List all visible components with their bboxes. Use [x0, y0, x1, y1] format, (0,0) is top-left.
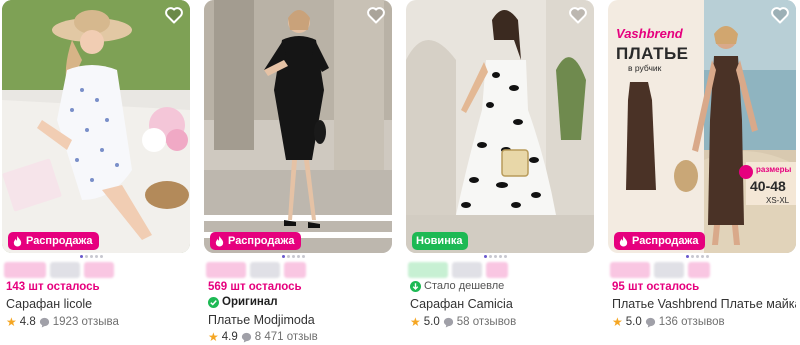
- image-carousel-dots[interactable]: [484, 253, 507, 259]
- product-rating: ★ 4.8 1923 отзыва: [6, 315, 119, 329]
- reviews-count[interactable]: 8 471 отзыв: [255, 331, 318, 343]
- arrow-down-circle-icon: [410, 280, 421, 292]
- speech-bubble-icon: [39, 317, 49, 328]
- image-carousel-dots[interactable]: [686, 253, 709, 259]
- stock-remaining: 95 шт осталось: [612, 281, 700, 293]
- product-image-print-dress-arch: [406, 0, 594, 253]
- product-name[interactable]: Платье Vashbrend Платье майка: [612, 297, 796, 311]
- product-name[interactable]: Сарафан licole: [6, 297, 190, 311]
- product-name[interactable]: Платье Modjimoda: [208, 313, 392, 327]
- speech-bubble-icon: [645, 317, 655, 328]
- ad-sizes-label: размеры: [756, 165, 792, 174]
- product-grid: Распродажа 143 шт осталось Сарафан licol…: [0, 0, 800, 345]
- rating-value: 4.9: [221, 331, 238, 343]
- product-photo[interactable]: Новинка: [406, 0, 594, 253]
- favorite-heart-icon[interactable]: [164, 5, 184, 25]
- star-icon: ★: [208, 330, 219, 344]
- price-blurred: [4, 262, 114, 278]
- stock-remaining: 569 шт осталось: [208, 281, 302, 293]
- speech-bubble-icon: [241, 332, 251, 343]
- original-label: Оригинал: [208, 296, 278, 308]
- product-photo[interactable]: Распродажа: [204, 0, 392, 253]
- product-image-dress-woman-picnic: [2, 0, 190, 253]
- badge-label: Распродажа: [26, 235, 93, 247]
- star-icon: ★: [6, 315, 17, 329]
- product-card[interactable]: Новинка Стало дешевле Сарафан Camicia ★ …: [406, 0, 594, 345]
- reviews-count[interactable]: 58 отзывов: [457, 316, 516, 328]
- favorite-heart-icon[interactable]: [770, 5, 790, 25]
- product-card[interactable]: Распродажа 143 шт осталось Сарафан licol…: [2, 0, 190, 345]
- image-carousel-dots[interactable]: [80, 253, 103, 259]
- product-rating: ★ 5.0 136 отзывов: [612, 315, 725, 329]
- product-name[interactable]: Сарафан Camicia: [410, 297, 594, 311]
- product-card[interactable]: Распродажа 569 шт осталось Оригинал Плат…: [204, 0, 392, 345]
- price-blurred: [610, 262, 710, 278]
- favorite-heart-icon[interactable]: [366, 5, 386, 25]
- product-rating: ★ 4.9 8 471 отзыв: [208, 330, 318, 344]
- badge-label: Распродажа: [228, 235, 295, 247]
- ad-subtitle: в рубчик: [628, 63, 662, 73]
- fire-icon: [215, 235, 224, 247]
- rating-value: 4.8: [19, 316, 36, 328]
- stock-remaining: 143 шт осталось: [6, 281, 100, 293]
- price-blurred: [206, 262, 306, 278]
- ad-title: ПЛАТЬЕ: [616, 44, 689, 63]
- product-rating: ★ 5.0 58 отзывов: [410, 315, 516, 329]
- star-icon: ★: [410, 315, 421, 329]
- reviews-count[interactable]: 136 отзывов: [659, 316, 725, 328]
- new-badge: Новинка: [412, 232, 469, 250]
- product-card[interactable]: Vashbrend ПЛАТЬЕ в рубчик размеры 40-48 …: [608, 0, 796, 345]
- speech-bubble-icon: [443, 317, 453, 328]
- price-drop-label: Стало дешевле: [410, 280, 504, 292]
- product-photo[interactable]: Vashbrend ПЛАТЬЕ в рубчик размеры 40-48 …: [608, 0, 796, 253]
- badge-label: Распродажа: [632, 235, 699, 247]
- ad-brand: Vashbrend: [616, 26, 683, 41]
- sale-badge: Распродажа: [8, 232, 99, 250]
- reviews-count[interactable]: 1923 отзыва: [53, 316, 119, 328]
- sale-badge: Распродажа: [614, 232, 705, 250]
- price-blurred: [408, 262, 508, 278]
- ad-size-letters: XS-XL: [766, 196, 790, 205]
- badge-label: Новинка: [416, 235, 463, 247]
- star-icon: ★: [612, 315, 623, 329]
- rating-value: 5.0: [625, 316, 642, 328]
- image-carousel-dots[interactable]: [282, 253, 305, 259]
- check-circle-icon: [208, 296, 219, 308]
- product-image-black-dress-street: [204, 0, 392, 253]
- rating-value: 5.0: [423, 316, 440, 328]
- fire-icon: [13, 235, 22, 247]
- fire-icon: [619, 235, 628, 247]
- ad-sizes: 40-48: [750, 178, 786, 194]
- sale-badge: Распродажа: [210, 232, 301, 250]
- favorite-heart-icon[interactable]: [568, 5, 588, 25]
- product-photo[interactable]: Распродажа: [2, 0, 190, 253]
